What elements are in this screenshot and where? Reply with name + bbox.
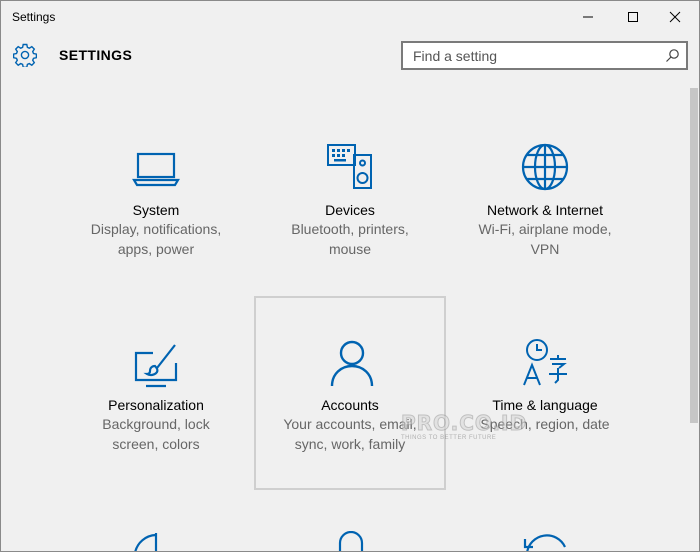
maximize-icon — [628, 11, 638, 22]
tile-devices[interactable]: Devices Bluetooth, printers, mouse — [254, 102, 446, 296]
tile-system-desc-line2: apps, power — [117, 241, 195, 257]
search-input[interactable] — [403, 43, 653, 68]
tile-system-desc-line1: Display, notifications, — [90, 221, 222, 237]
tile-network-name: Network & Internet — [487, 202, 603, 218]
keyboard-speaker-icon — [327, 144, 372, 189]
privacy-lock-icon[interactable] — [326, 531, 376, 552]
laptop-icon — [132, 152, 180, 187]
ease-of-access-icon[interactable] — [131, 531, 181, 552]
scroll-thumb[interactable] — [690, 88, 698, 423]
tile-devices-desc-line1: Bluetooth, printers, — [291, 221, 409, 237]
tile-personalization[interactable]: Personalization Background, lock screen,… — [60, 297, 252, 491]
tile-accounts[interactable]: Accounts Your accounts, email, sync, wor… — [254, 296, 446, 490]
tile-system-name: System — [132, 202, 180, 218]
minimize-icon — [583, 16, 593, 17]
title-bar[interactable]: Settings — [1, 1, 699, 32]
globe-icon — [521, 143, 569, 191]
tile-network-internet[interactable]: Network & Internet Wi-Fi, airplane mode,… — [449, 102, 641, 296]
tile-time-language[interactable]: Time & language Speech, region, date — [449, 297, 641, 491]
watermark-logo: PRO.CO.ID THINGS TO BETTER FUTURE — [379, 409, 526, 449]
page-title: SETTINGS — [59, 47, 133, 63]
close-icon — [669, 11, 681, 22]
maximize-button[interactable] — [615, 1, 651, 32]
paintbrush-monitor-icon — [134, 344, 178, 388]
update-security-icon[interactable] — [521, 531, 571, 552]
search-icon[interactable] — [665, 48, 680, 63]
tile-network-desc-line1: Wi-Fi, airplane mode, — [478, 221, 612, 237]
settings-window: Settings SETTINGS Find a setting System … — [0, 0, 700, 552]
gear-icon — [13, 43, 37, 67]
tile-personalization-name: Personalization — [108, 397, 204, 413]
vertical-scrollbar[interactable] — [688, 71, 699, 551]
tile-devices-name: Devices — [325, 202, 375, 218]
window-title: Settings — [12, 10, 56, 24]
tile-personalization-desc-line2: screen, colors — [112, 436, 200, 452]
watermark-text: PRO.CO.ID — [400, 411, 528, 436]
tile-personalization-desc-line1: Background, lock — [102, 416, 210, 432]
time-language-icon — [523, 339, 567, 386]
watermark-subtext: THINGS TO BETTER FUTURE — [401, 435, 497, 441]
close-button[interactable] — [657, 1, 693, 32]
person-icon — [330, 340, 374, 387]
search-box[interactable] — [401, 41, 688, 70]
tile-network-desc-line2: VPN — [530, 241, 560, 257]
tile-devices-desc-line2: mouse — [328, 241, 372, 257]
tile-system[interactable]: System Display, notifications, apps, pow… — [60, 102, 252, 296]
minimize-button[interactable] — [570, 1, 606, 32]
